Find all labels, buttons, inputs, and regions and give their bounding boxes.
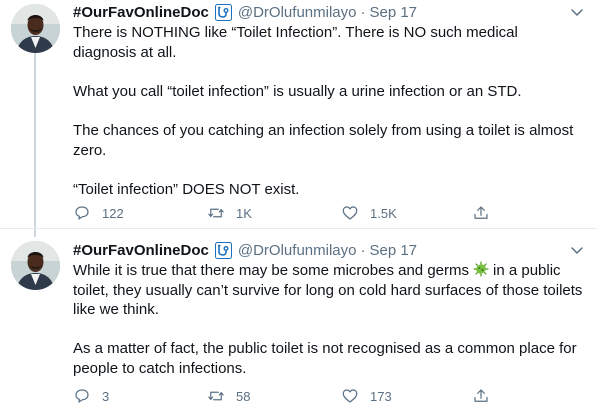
tweet-text: While it is true that there may be some … [73, 261, 585, 379]
retweet-button[interactable]: 58 [207, 387, 341, 405]
user-handle[interactable]: @DrOlufunmilayo [238, 242, 357, 259]
tweet-header: #OurFavOnlineDoc @DrOlufunmilayo · Sep 1… [73, 240, 585, 260]
reply-icon [75, 206, 89, 220]
tweet-paragraph: “Toilet infection” DOES NOT exist. [73, 180, 300, 198]
reply-count: 3 [102, 388, 110, 404]
tweet-paragraph: As a matter of fact, the public toilet i… [73, 340, 577, 377]
tweet-paragraph: The chances of you catching an infection… [73, 121, 574, 159]
like-icon [342, 389, 358, 403]
tweet-content: #OurFavOnlineDoc @DrOlufunmilayo · Sep 1… [73, 2, 585, 199]
tweet-date[interactable]: Sep 17 [369, 242, 417, 259]
medical-badge-icon [214, 3, 232, 21]
like-count: 1.5K [370, 205, 397, 221]
reply-button[interactable]: 3 [73, 387, 207, 405]
tweet-date[interactable]: Sep 17 [369, 4, 417, 21]
retweet-count: 1K [236, 205, 252, 221]
tweet[interactable]: #OurFavOnlineDoc @DrOlufunmilayo · Sep 1… [0, 0, 597, 229]
tweet[interactable]: #OurFavOnlineDoc @DrOlufunmilayo · Sep 1… [0, 229, 597, 410]
tweet-actions: 3 58 173 [73, 387, 490, 405]
share-button[interactable] [472, 204, 490, 222]
chevron-down-icon[interactable] [569, 4, 585, 20]
display-name[interactable]: #OurFavOnlineDoc [73, 242, 209, 259]
avatar[interactable] [11, 241, 60, 290]
tweet-text: There is NOTHING like “Toilet Infection”… [73, 23, 585, 199]
tweet-text-segment: While it is true that there may be some … [73, 262, 469, 279]
tweet-paragraph: What you call “toilet infection” is usua… [73, 82, 522, 100]
share-button[interactable] [472, 387, 490, 405]
avatar-image [11, 241, 60, 290]
like-count: 173 [370, 388, 392, 404]
share-icon [474, 389, 488, 402]
separator-dot: · [360, 241, 366, 259]
retweet-icon [208, 208, 224, 218]
like-icon [342, 206, 358, 220]
retweet-count: 58 [236, 388, 251, 404]
microbe-emoji [473, 261, 489, 277]
tweet-paragraph: There is NOTHING like “Toilet Infection”… [73, 24, 518, 61]
reply-icon [75, 389, 89, 403]
chevron-down-icon[interactable] [569, 242, 585, 258]
retweet-button[interactable]: 1K [207, 204, 341, 222]
retweet-icon [208, 391, 224, 401]
like-button[interactable]: 173 [341, 387, 475, 405]
avatar-image [11, 4, 60, 53]
tweet-header: #OurFavOnlineDoc @DrOlufunmilayo · Sep 1… [73, 2, 585, 22]
separator-dot: · [360, 3, 366, 21]
avatar[interactable] [11, 4, 60, 53]
tweet-actions: 122 1K 1.5K [73, 204, 490, 222]
reply-count: 122 [102, 205, 124, 221]
share-icon [474, 206, 488, 219]
user-handle[interactable]: @DrOlufunmilayo [238, 4, 357, 21]
medical-badge-icon [214, 241, 232, 259]
reply-button[interactable]: 122 [73, 204, 207, 222]
tweet-paragraph: While it is true that there may be some … [73, 261, 585, 320]
tweet-content: #OurFavOnlineDoc @DrOlufunmilayo · Sep 1… [73, 240, 585, 379]
like-button[interactable]: 1.5K [341, 204, 475, 222]
display-name[interactable]: #OurFavOnlineDoc [73, 4, 209, 21]
